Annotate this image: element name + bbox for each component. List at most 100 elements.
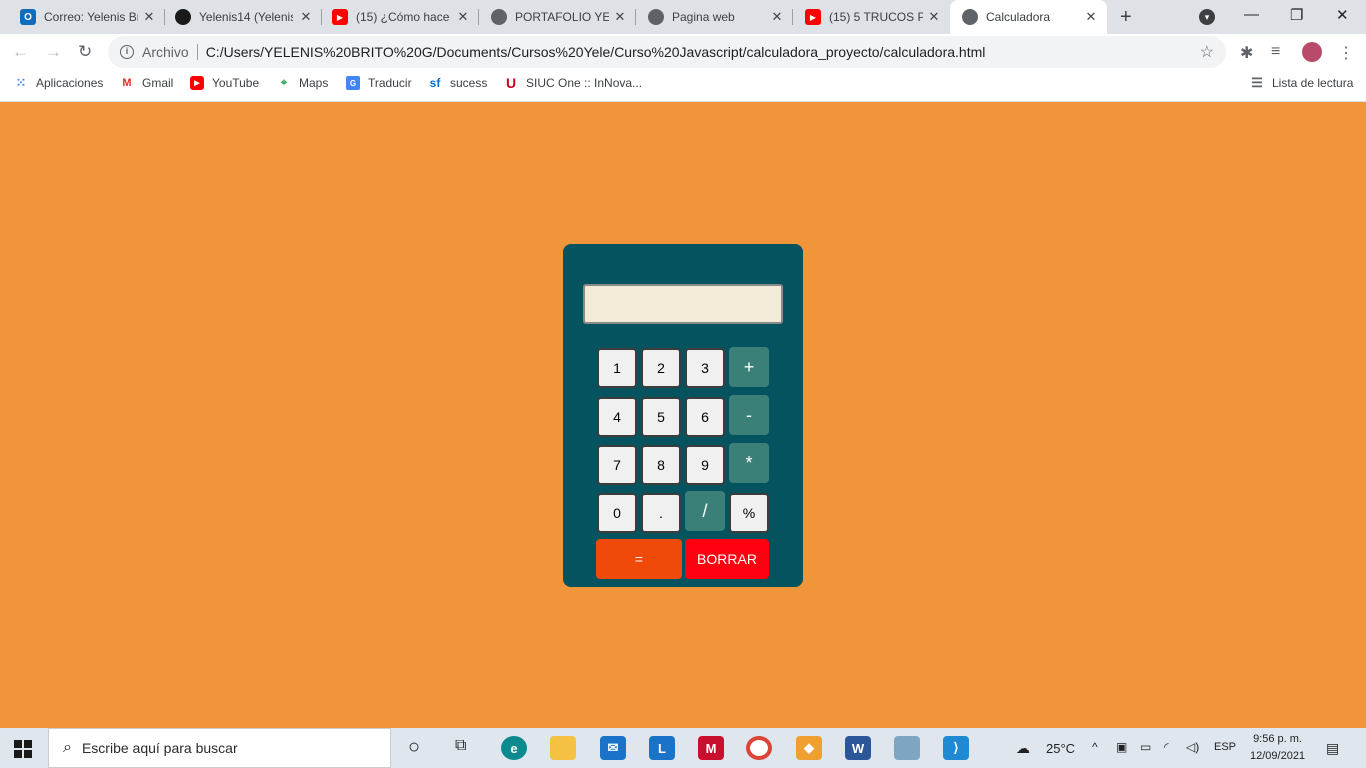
equals-button[interactable]: = (596, 539, 682, 579)
bookmark-sucess[interactable]: sf sucess (428, 76, 488, 90)
bookmark-traducir[interactable]: G Traducir (346, 76, 412, 90)
tab-title: Correo: Yelenis Br (44, 10, 138, 24)
new-tab-icon[interactable]: + (1120, 6, 1132, 29)
vscode-icon[interactable]: ⟩ (943, 736, 969, 760)
wifi-icon[interactable]: ◜ (1164, 740, 1169, 754)
chrome-icon[interactable] (746, 736, 772, 760)
tab-title: Pagina web (672, 10, 735, 24)
back-icon[interactable]: ← (12, 42, 29, 62)
close-tab-icon[interactable]: ✕ (1083, 9, 1099, 25)
task-view-icon[interactable]: ⧉ (455, 737, 466, 755)
bookmark-maps[interactable]: ⌖ Maps (277, 76, 328, 90)
key-1[interactable]: 1 (597, 348, 637, 388)
tab-youtube-2[interactable]: ▶ (15) 5 TRUCOS PA ✕ (793, 0, 950, 34)
reading-list-label: Lista de lectura (1272, 76, 1354, 90)
clock-date: 12/09/2021 (1250, 750, 1306, 762)
close-tab-icon[interactable]: ✕ (455, 9, 471, 25)
key-percent[interactable]: % (729, 493, 769, 533)
key-9[interactable]: 9 (685, 445, 725, 485)
l-app-icon[interactable]: L (649, 736, 675, 760)
weather-icon[interactable]: ☁ (1016, 740, 1030, 757)
info-icon[interactable]: i (120, 45, 134, 59)
bookmarks-bar: ⁙ Aplicaciones M Gmail ▶ YouTube ⌖ Maps … (0, 70, 1366, 102)
mcafee-icon[interactable]: M (698, 736, 724, 760)
tab-outlook[interactable]: O Correo: Yelenis Br ✕ (0, 0, 165, 34)
notifications-icon[interactable]: ▤ (1326, 740, 1339, 757)
calculator: 1 2 3 + 4 5 6 - 7 8 9 * 0 . / % = BORRAR (563, 244, 803, 587)
key-6[interactable]: 6 (685, 397, 725, 437)
key-divide[interactable]: / (685, 491, 725, 531)
mail-icon[interactable]: ✉ (600, 736, 626, 760)
battery-icon[interactable]: ▭ (1140, 740, 1151, 754)
close-tab-icon[interactable]: ✕ (141, 9, 157, 25)
address-scheme-label: Archivo (142, 44, 189, 60)
key-8[interactable]: 8 (641, 445, 681, 485)
word-icon[interactable]: W (845, 736, 871, 760)
key-0[interactable]: 0 (597, 493, 637, 533)
bookmark-youtube[interactable]: ▶ YouTube (190, 76, 259, 90)
tab-portafolio[interactable]: PORTAFOLIO YEL ✕ (479, 0, 636, 34)
edge-icon[interactable]: e (501, 736, 527, 760)
youtube-icon: ▶ (190, 76, 204, 90)
git-icon[interactable]: ◆ (796, 736, 822, 760)
bookmark-star-icon[interactable]: ☆ (1200, 42, 1214, 62)
bookmark-siuc[interactable]: U SIUC One :: InNova... (504, 75, 643, 91)
volume-icon[interactable]: ◁) (1186, 740, 1199, 754)
tab-pagina-web[interactable]: Pagina web ✕ (636, 0, 793, 34)
tab-youtube-1[interactable]: ▶ (15) ¿Cómo hacer ✕ (322, 0, 479, 34)
globe-icon (491, 9, 507, 25)
key-3[interactable]: 3 (685, 348, 725, 388)
gmail-icon: M (122, 77, 132, 89)
language-indicator[interactable]: ESP (1214, 741, 1236, 753)
clear-button[interactable]: BORRAR (685, 539, 769, 579)
tray-chevron-icon[interactable]: ^ (1092, 740, 1098, 754)
close-tab-icon[interactable]: ✕ (612, 9, 628, 25)
profile-avatar[interactable] (1302, 42, 1322, 62)
close-window-icon[interactable]: ✕ (1336, 6, 1349, 24)
taskbar: ⌕ Escribe aquí para buscar ○ ⧉ e ✉ L M ◆… (0, 728, 1366, 768)
forward-icon[interactable]: → (45, 42, 62, 62)
key-multiply[interactable]: * (729, 443, 769, 483)
bookmark-label: SIUC One :: InNova... (526, 76, 643, 90)
file-explorer-icon[interactable] (550, 736, 576, 760)
tab-calculadora[interactable]: Calculadora ✕ (950, 0, 1107, 34)
reload-icon[interactable]: ↻ (78, 42, 92, 62)
key-decimal[interactable]: . (641, 493, 681, 533)
tab-title: PORTAFOLIO YEL (515, 10, 609, 24)
bookmark-label: Aplicaciones (36, 76, 104, 90)
tab-github[interactable]: Yelenis14 (Yelenis ✕ (165, 0, 322, 34)
extensions-icon[interactable]: ✱ (1240, 43, 1253, 63)
address-bar[interactable]: i Archivo C:/Users/YELENIS%20BRITO%20G/D… (108, 36, 1226, 68)
key-7[interactable]: 7 (597, 445, 637, 485)
reading-list-button[interactable]: ☰ Lista de lectura (1250, 75, 1354, 90)
youtube-icon: ▶ (805, 9, 821, 25)
key-2[interactable]: 2 (641, 348, 681, 388)
windows-start-icon[interactable] (14, 740, 32, 758)
translate-icon: G (346, 76, 360, 90)
key-minus[interactable]: - (729, 395, 769, 435)
menu-icon[interactable]: ⋮ (1338, 43, 1354, 63)
address-url[interactable]: C:/Users/YELENIS%20BRITO%20G/Documents/C… (206, 44, 986, 60)
media-control-icon[interactable]: ≡ (1271, 43, 1280, 61)
key-plus[interactable]: + (729, 347, 769, 387)
bookmark-gmail[interactable]: M Gmail (120, 76, 173, 90)
apps-grid-icon: ⁙ (15, 75, 27, 90)
minimize-icon[interactable]: — (1244, 6, 1259, 23)
github-icon (175, 9, 191, 25)
meet-now-icon[interactable]: ▣ (1116, 740, 1127, 754)
taskbar-search-box[interactable]: ⌕ Escribe aquí para buscar (48, 728, 391, 768)
bookmark-apps[interactable]: ⁙ Aplicaciones (14, 75, 104, 90)
restore-icon[interactable]: ❐ (1290, 6, 1303, 24)
close-tab-icon[interactable]: ✕ (926, 9, 942, 25)
tab-search-icon[interactable]: ▾ (1199, 9, 1215, 25)
browser-toolbar: ← → ↻ i Archivo C:/Users/YELENIS%20BRITO… (0, 34, 1366, 70)
close-tab-icon[interactable]: ✕ (769, 9, 785, 25)
key-5[interactable]: 5 (641, 397, 681, 437)
cortana-icon[interactable]: ○ (408, 736, 420, 759)
key-4[interactable]: 4 (597, 397, 637, 437)
weather-temperature[interactable]: 25°C (1046, 741, 1075, 756)
close-tab-icon[interactable]: ✕ (298, 9, 314, 25)
notes-app-icon[interactable] (894, 736, 920, 760)
clock[interactable]: 9:56 p. m. 12/09/2021 (1250, 731, 1305, 765)
calculator-display[interactable] (583, 284, 783, 324)
